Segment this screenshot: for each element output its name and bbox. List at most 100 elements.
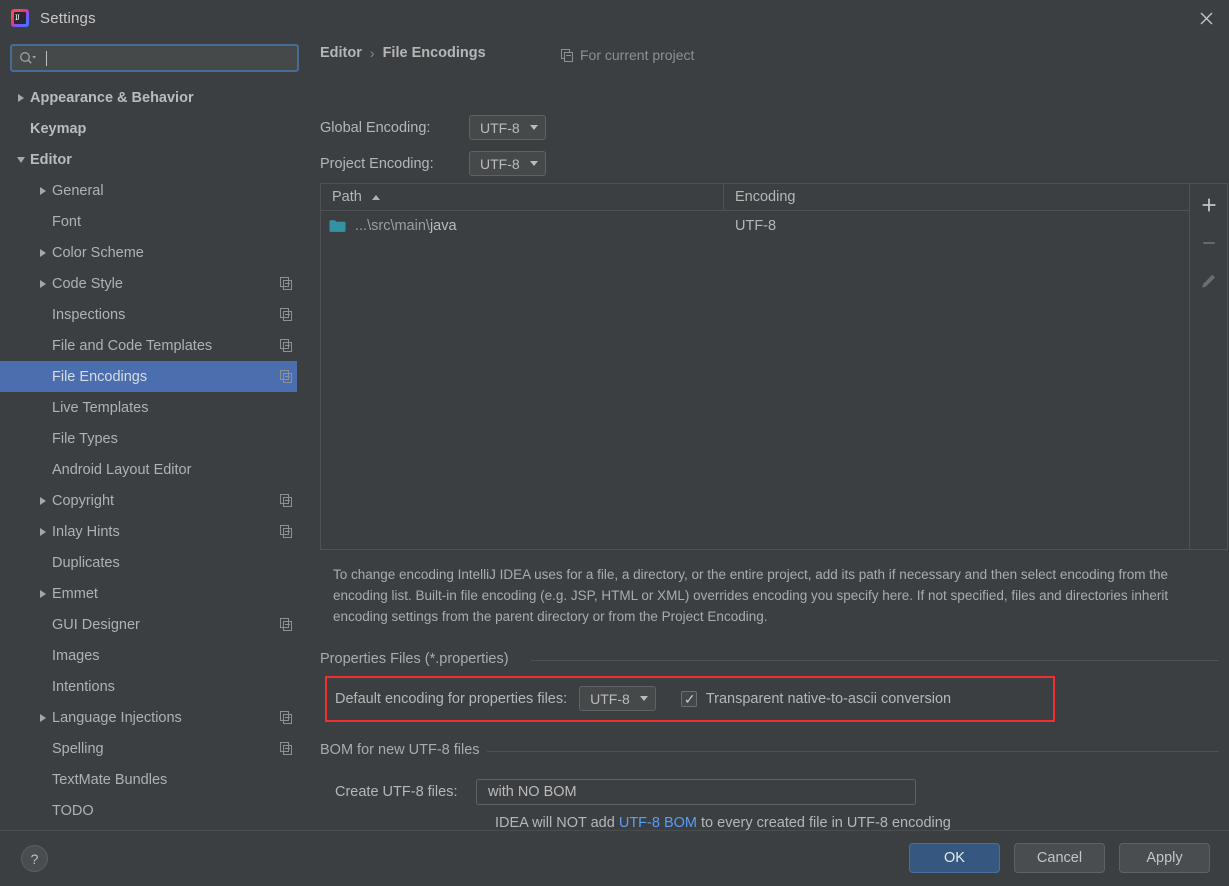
breadcrumb-parent[interactable]: Editor [320,45,362,61]
chevron-right-icon[interactable] [34,279,52,288]
sidebar-item-textmate-bundles[interactable]: TextMate Bundles [0,764,297,795]
sidebar-item-live-templates[interactable]: Live Templates [0,392,297,423]
settings-sidebar: Appearance & Behavior Keymap Editor General… [0,36,309,830]
cell-path: ...\src\main\ java [321,218,724,234]
sidebar-item-keymap[interactable]: Keymap [0,113,297,144]
copy-icon [275,711,297,724]
bom-section-title: BOM for new UTF-8 files [320,742,488,758]
title-bar: IJ Settings [0,0,1229,36]
sidebar-item-label: TODO [52,802,94,819]
column-header-path[interactable]: Path [321,184,724,210]
sidebar-item-label: Inspections [52,306,126,323]
sidebar-item-code-style[interactable]: Code Style [0,268,297,299]
sidebar-item-appearance-behavior[interactable]: Appearance & Behavior [0,82,297,113]
bom-note-before: IDEA will NOT add [495,815,619,831]
column-header-path-label: Path [332,189,362,205]
sidebar-item-label: Appearance & Behavior [30,89,194,106]
sidebar-item-general[interactable]: General [0,175,297,206]
transparent-conversion-row[interactable]: ✓ Transparent native-to-ascii conversion [680,690,952,707]
table-header: Path Encoding [321,184,1189,211]
for-current-project-label: For current project [580,47,695,63]
sidebar-item-label: GUI Designer [52,616,140,633]
project-encoding-row: Project Encoding: UTF-8 [320,151,546,176]
cell-path-prefix: ...\src\main\ [355,218,430,234]
table-row[interactable]: ...\src\main\ java UTF-8 [321,211,1189,241]
sidebar-item-spelling[interactable]: Spelling [0,733,297,764]
search-container [0,36,309,78]
sidebar-item-font[interactable]: Font [0,206,297,237]
sidebar-item-android-layout-editor[interactable]: Android Layout Editor [0,454,297,485]
apply-button[interactable]: Apply [1119,843,1210,873]
sidebar-item-language-injections[interactable]: Language Injections [0,702,297,733]
sidebar-item-label: Language Injections [52,709,182,726]
dialog-footer: ? OK Cancel Apply https://blog.csdn.net/… [0,830,1229,886]
copy-icon [275,494,297,507]
sidebar-item-label: Copyright [52,492,115,509]
sidebar-item-color-scheme[interactable]: Color Scheme [0,237,297,268]
chevron-right-icon[interactable] [12,93,30,102]
global-encoding-select[interactable]: UTF-8 [469,115,546,140]
properties-encoding-select[interactable]: UTF-8 [579,686,656,711]
sidebar-item-label: General [52,182,104,199]
sidebar-item-inspections[interactable]: Inspections [0,299,297,330]
create-utf8-row: Create UTF-8 files: with NO BOM [335,779,916,805]
chevron-right-icon[interactable] [34,713,52,722]
sidebar-item-gui-designer[interactable]: GUI Designer [0,609,297,640]
transparent-conversion-checkbox[interactable]: ✓ [680,690,697,707]
chevron-down-icon[interactable] [12,156,30,163]
chevron-right-icon[interactable] [34,186,52,195]
project-encoding-select[interactable]: UTF-8 [469,151,546,176]
properties-section-title: Properties Files (*.properties) [320,651,517,667]
help-button[interactable]: ? [21,845,48,872]
cancel-button[interactable]: Cancel [1014,843,1105,873]
sidebar-item-label: Live Templates [52,399,149,416]
edit-icon[interactable] [1195,268,1223,294]
sidebar-item-inlay-hints[interactable]: Inlay Hints [0,516,297,547]
for-current-project-indicator: For current project [561,47,694,63]
sidebar-item-emmet[interactable]: Emmet [0,578,297,609]
cell-path-last-segment: java [429,218,457,234]
chevron-right-icon[interactable] [34,589,52,598]
encodings-table: Path Encoding ...\src\main\ java UTF-8 [320,183,1190,550]
ok-button[interactable]: OK [909,843,1000,873]
search-icon [19,50,37,66]
sidebar-item-label: Intentions [52,678,115,695]
sidebar-item-todo[interactable]: TODO [0,795,297,826]
global-encoding-label: Global Encoding: [320,119,431,136]
sidebar-item-images[interactable]: Images [0,640,297,671]
utf8-bom-link[interactable]: UTF-8 BOM [619,815,697,831]
properties-encoding-value: UTF-8 [590,690,630,707]
add-icon[interactable] [1195,192,1223,218]
copy-icon [275,308,297,321]
remove-icon[interactable] [1195,230,1223,256]
chevron-right-icon[interactable] [34,496,52,505]
sidebar-item-file-encodings[interactable]: File Encodings [0,361,297,392]
sidebar-item-label: Images [52,647,100,664]
chevron-right-icon[interactable] [34,248,52,257]
encodings-description: To change encoding IntelliJ IDEA uses fo… [333,567,1169,624]
copy-icon [275,525,297,538]
copy-icon [275,618,297,631]
chevron-down-icon [529,125,538,130]
sidebar-item-label: Spelling [52,740,104,757]
sidebar-item-file-and-code-templates[interactable]: File and Code Templates [0,330,297,361]
chevron-down-icon [529,161,538,166]
sidebar-item-editor[interactable]: Editor [0,144,297,175]
search-input[interactable] [39,46,297,70]
create-utf8-select[interactable]: with NO BOM [476,779,916,805]
sidebar-item-duplicates[interactable]: Duplicates [0,547,297,578]
search-box[interactable] [10,44,299,72]
column-header-encoding[interactable]: Encoding [724,184,1189,210]
sidebar-item-copyright[interactable]: Copyright [0,485,297,516]
sidebar-item-intentions[interactable]: Intentions [0,671,297,702]
transparent-conversion-label: Transparent native-to-ascii conversion [705,690,952,707]
sidebar-item-label: TextMate Bundles [52,771,168,788]
sidebar-item-label: Duplicates [52,554,120,571]
chevron-right-icon[interactable] [34,527,52,536]
settings-dialog: IJ Settings Appearance & Behavior Keymap… [0,0,1229,886]
cell-encoding[interactable]: UTF-8 [724,218,1189,234]
global-encoding-value: UTF-8 [480,119,520,136]
project-encoding-label: Project Encoding: [320,155,434,172]
close-icon[interactable] [1183,0,1229,36]
sidebar-item-file-types[interactable]: File Types [0,423,297,454]
